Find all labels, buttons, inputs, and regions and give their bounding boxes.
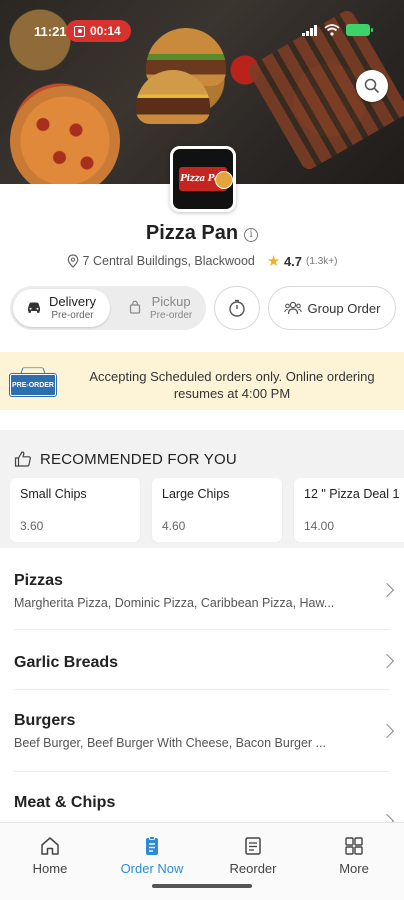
category-row-burgers[interactable]: Burgers Beef Burger, Beef Burger With Ch… bbox=[14, 690, 395, 772]
recommended-item-name: Small Chips bbox=[20, 487, 87, 501]
recommended-section: RECOMMENDED FOR YOU Small Chips 3.60 Lar… bbox=[0, 430, 404, 548]
category-description: Margherita Pizza, Dominic Pizza, Caribbe… bbox=[14, 596, 335, 610]
preorder-sign-icon: PRE-ORDER bbox=[9, 366, 57, 398]
rating[interactable]: ★ 4.7 bbox=[267, 252, 302, 270]
nav-more-label: More bbox=[339, 861, 369, 876]
category-description: Beef Burger, Beef Burger With Cheese, Ba… bbox=[14, 736, 326, 750]
category-row-pizzas[interactable]: Pizzas Margherita Pizza, Dominic Pizza, … bbox=[14, 548, 395, 630]
status-time: 11:21 bbox=[34, 24, 67, 39]
timer-icon bbox=[229, 299, 245, 317]
info-icon[interactable]: i bbox=[244, 228, 259, 242]
recording-time: 00:14 bbox=[90, 24, 121, 38]
category-name: Garlic Breads bbox=[14, 654, 119, 671]
nav-order-now[interactable]: Order Now bbox=[102, 835, 202, 876]
pizza-image bbox=[10, 86, 120, 184]
category-row-meat-chips[interactable]: Meat & Chips bbox=[14, 772, 395, 829]
home-icon bbox=[41, 837, 59, 855]
wifi-icon bbox=[324, 24, 340, 36]
restaurant-title: Pizza Pan i bbox=[0, 222, 404, 245]
pickup-option[interactable]: Pickup Pre-order bbox=[114, 289, 204, 327]
order-mode-toggle: Delivery Pre-order Pickup Pre-order bbox=[10, 286, 206, 330]
nav-reorder[interactable]: Reorder bbox=[203, 835, 303, 876]
schedule-button[interactable] bbox=[214, 286, 260, 330]
recommended-item-price: 4.60 bbox=[162, 519, 186, 533]
grid-icon bbox=[345, 837, 363, 855]
logo-text: Pizza Pan bbox=[179, 167, 233, 191]
recommended-title: RECOMMENDED FOR YOU bbox=[40, 450, 237, 468]
preorder-badge-text: PRE-ORDER bbox=[9, 373, 57, 397]
recommended-header: RECOMMENDED FOR YOU bbox=[14, 450, 237, 468]
bag-icon bbox=[124, 300, 146, 317]
pickup-label: Pickup bbox=[151, 293, 191, 309]
category-row-garlic-breads[interactable]: Garlic Breads bbox=[14, 630, 395, 690]
recommended-card[interactable]: Large Chips 4.60 bbox=[152, 478, 282, 542]
restaurant-logo: Pizza Pan bbox=[170, 146, 236, 212]
category-name: Meat & Chips bbox=[14, 794, 116, 811]
recommended-item-name: 12 " Pizza Deal 1 bbox=[304, 487, 400, 501]
signal-icon bbox=[302, 24, 317, 36]
nav-reorder-label: Reorder bbox=[229, 861, 277, 876]
nav-more[interactable]: More bbox=[304, 835, 404, 876]
star-icon: ★ bbox=[266, 253, 281, 270]
restaurant-address[interactable]: 7 Central Buildings, Blackwood bbox=[83, 254, 255, 268]
recommended-item-price: 3.60 bbox=[20, 519, 44, 533]
nav-home-label: Home bbox=[32, 861, 68, 876]
rating-value: 4.7 bbox=[283, 254, 303, 269]
bottom-nav: Home Order Now Reorder More bbox=[0, 822, 404, 900]
system-icons bbox=[302, 24, 373, 36]
status-bar: 11:21 00:14 bbox=[0, 0, 404, 60]
group-icon bbox=[283, 301, 302, 315]
search-button[interactable] bbox=[356, 70, 388, 102]
nav-home[interactable]: Home bbox=[0, 835, 100, 876]
group-order-button[interactable]: Group Order bbox=[268, 286, 396, 330]
battery-icon bbox=[346, 24, 373, 36]
search-icon bbox=[364, 78, 380, 94]
car-icon bbox=[23, 301, 45, 316]
home-indicator[interactable] bbox=[152, 884, 252, 888]
order-icon bbox=[146, 836, 158, 855]
recommended-card[interactable]: 12 " Pizza Deal 1 14.00 bbox=[294, 478, 404, 542]
location-pin-icon bbox=[67, 254, 78, 268]
pickup-sub: Pre-order bbox=[150, 309, 193, 321]
recommended-item-name: Large Chips bbox=[162, 487, 230, 501]
delivery-sub: Pre-order bbox=[51, 309, 94, 321]
group-order-label: Group Order bbox=[307, 300, 381, 316]
delivery-option[interactable]: Delivery Pre-order bbox=[13, 289, 110, 327]
category-list: Pizzas Margherita Pizza, Dominic Pizza, … bbox=[0, 548, 404, 829]
screen-recording-indicator[interactable]: 00:14 bbox=[66, 20, 131, 42]
preorder-banner: PRE-ORDER Accepting Scheduled orders onl… bbox=[0, 352, 404, 410]
recommended-carousel[interactable]: Small Chips 3.60 Large Chips 4.60 12 " P… bbox=[10, 478, 404, 542]
record-icon bbox=[74, 25, 85, 37]
category-name: Pizzas bbox=[14, 572, 63, 589]
recommended-card[interactable]: Small Chips 3.60 bbox=[10, 478, 140, 542]
category-name: Burgers bbox=[14, 712, 76, 729]
thumbs-up-icon bbox=[14, 451, 31, 467]
reorder-icon bbox=[245, 837, 261, 855]
delivery-label: Delivery bbox=[49, 293, 96, 309]
restaurant-name: Pizza Pan bbox=[145, 222, 239, 244]
banner-message: Accepting Scheduled orders only. Online … bbox=[89, 369, 375, 401]
address-row: 7 Central Buildings, Blackwood ★ 4.7 (1.… bbox=[0, 252, 404, 270]
rating-count: (1.3k+) bbox=[306, 255, 338, 267]
recommended-item-price: 14.00 bbox=[304, 519, 335, 533]
nav-order-label: Order Now bbox=[120, 861, 184, 876]
